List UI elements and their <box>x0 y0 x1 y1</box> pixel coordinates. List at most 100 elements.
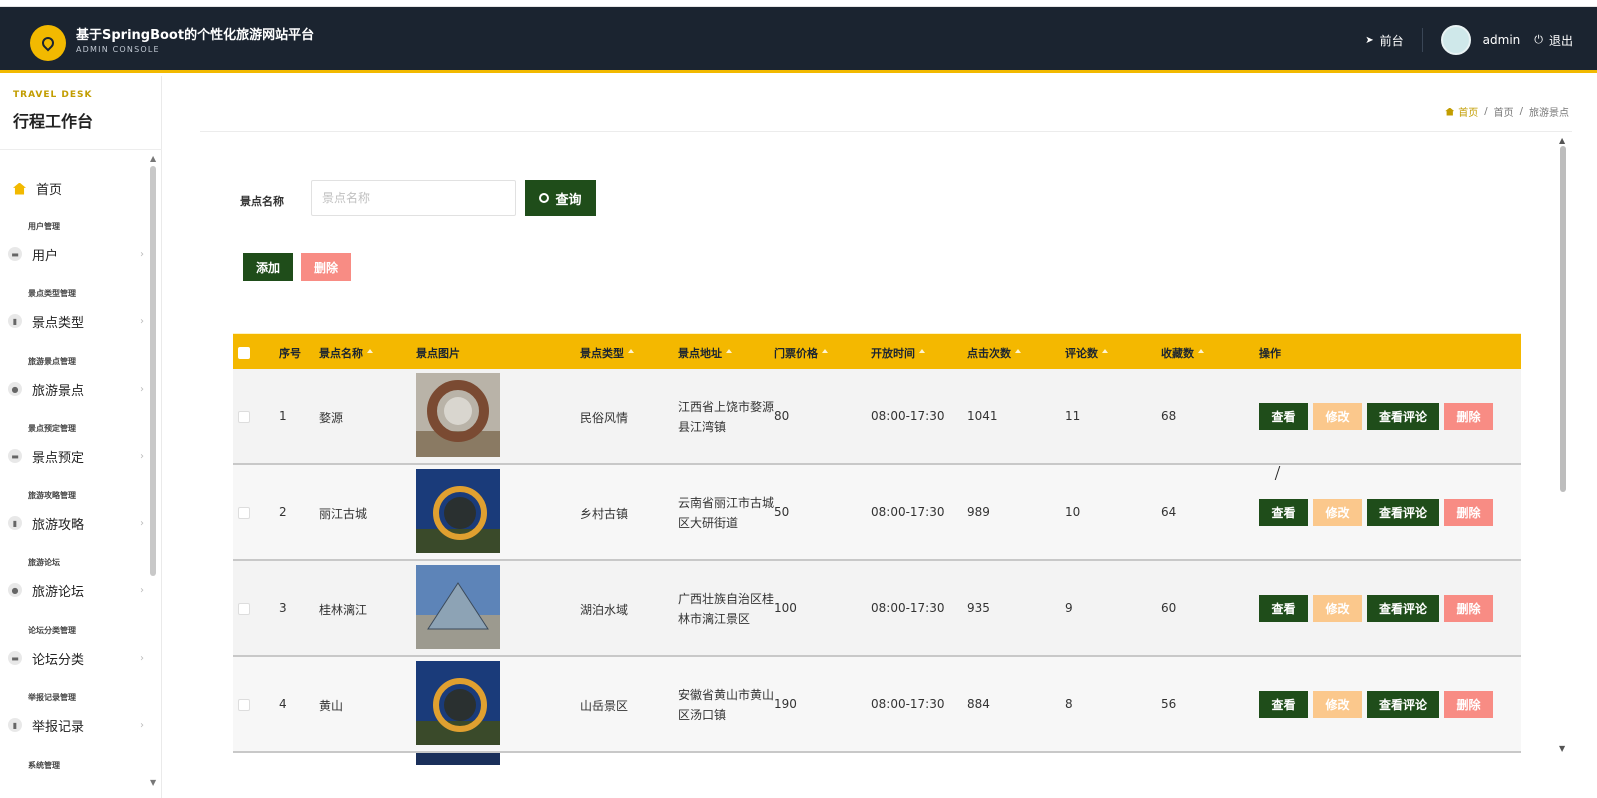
paper-plane-icon: ➤ <box>1365 34 1374 46</box>
sidebar-group-label: 系统管理 <box>28 761 60 770</box>
edit-button[interactable]: 修改 <box>1313 691 1362 718</box>
col-clicks[interactable]: 点击次数 <box>967 345 1021 361</box>
sidebar: TRAVEL DESK 行程工作台 ▲ ▼ 首页 用户管理 ▬ 用户 › 景点类… <box>0 76 162 798</box>
spot-image[interactable] <box>416 373 500 457</box>
breadcrumb-item: 首页 <box>1458 108 1479 119</box>
col-hours[interactable]: 开放时间 <box>871 345 925 361</box>
add-button[interactable]: 添加 <box>243 253 293 281</box>
search-button[interactable]: 查询 <box>525 180 596 216</box>
spots-table: 序号 景点名称 景点图片 景点类型 景点地址 门票价格 开放时间 点击次数 评论… <box>233 333 1521 765</box>
spot-image <box>416 753 500 765</box>
chevron-right-icon: › <box>140 517 144 529</box>
edit-button[interactable]: 修改 <box>1313 499 1362 526</box>
sidebar-item-forum-categories[interactable]: ▬ 论坛分类 › <box>8 647 148 669</box>
col-price[interactable]: 门票价格 <box>774 345 828 361</box>
search-label: 景点名称 <box>240 195 284 208</box>
row-favorites: 64 <box>1161 505 1177 519</box>
col-address[interactable]: 景点地址 <box>678 345 732 361</box>
view-comments-button[interactable]: 查看评论 <box>1367 499 1439 526</box>
header-actions: ➤ 前台 admin ⏻ 退出 <box>1365 25 1573 55</box>
sidebar-tag: TRAVEL DESK <box>13 90 93 100</box>
row-name: 黄山 <box>319 699 344 713</box>
row-index: 3 <box>279 601 287 615</box>
row-delete-button[interactable]: 删除 <box>1444 595 1493 622</box>
sidebar-item-users[interactable]: ▬ 用户 › <box>8 243 148 265</box>
scroll-up-arrow-icon[interactable]: ▲ <box>150 154 156 163</box>
delete-button[interactable]: 删除 <box>301 253 351 281</box>
view-comments-button[interactable]: 查看评论 <box>1367 691 1439 718</box>
sidebar-scrollbar[interactable] <box>150 166 156 576</box>
sidebar-item-tourist-spots[interactable]: ● 旅游景点 › <box>8 378 148 400</box>
row-checkbox[interactable] <box>238 507 250 519</box>
sort-icon <box>1102 349 1108 353</box>
row-clicks: 935 <box>967 601 990 615</box>
view-button[interactable]: 查看 <box>1259 499 1308 526</box>
col-comments[interactable]: 评论数 <box>1065 345 1108 361</box>
row-address: 安徽省黄山市黄山区汤口镇 <box>678 688 775 722</box>
app-header: 基于SpringBoot的个性化旅游网站平台 ADMIN CONSOLE ➤ 前… <box>0 7 1597 73</box>
col-favorites[interactable]: 收藏数 <box>1161 345 1204 361</box>
table-row-partial <box>233 753 1521 765</box>
view-button[interactable]: 查看 <box>1259 691 1308 718</box>
row-delete-button[interactable]: 删除 <box>1444 499 1493 526</box>
row-delete-button[interactable]: 删除 <box>1444 403 1493 430</box>
row-comments: 11 <box>1065 409 1081 423</box>
edit-button[interactable]: 修改 <box>1313 595 1362 622</box>
breadcrumb-home[interactable]: 首页 <box>1445 104 1478 119</box>
col-image: 景点图片 <box>416 347 460 360</box>
row-type: 山岳景区 <box>580 699 629 713</box>
sidebar-item-spot-types[interactable]: ▮ 景点类型 › <box>8 310 148 332</box>
sidebar-item-label: 旅游论坛 <box>32 584 85 600</box>
row-checkbox[interactable] <box>238 603 250 615</box>
spot-image[interactable] <box>416 661 500 745</box>
sidebar-item-forum[interactable]: ● 旅游论坛 › <box>8 579 148 601</box>
scroll-down-arrow-icon[interactable]: ▼ <box>1559 744 1565 753</box>
power-icon: ⏻ <box>1534 33 1543 46</box>
edit-button[interactable]: 修改 <box>1313 403 1362 430</box>
row-name: 桂林漓江 <box>319 603 368 617</box>
select-all-checkbox[interactable] <box>238 347 250 359</box>
spot-image[interactable] <box>416 565 500 649</box>
sidebar-item-label: 用户 <box>32 248 59 264</box>
logout-button[interactable]: ⏻ 退出 <box>1534 32 1573 49</box>
col-actions: 操作 <box>1259 347 1281 360</box>
row-delete-button[interactable]: 删除 <box>1444 691 1493 718</box>
view-button[interactable]: 查看 <box>1259 403 1308 430</box>
bar-chart-icon: ▮ <box>8 314 22 328</box>
sort-icon <box>1015 349 1021 353</box>
row-checkbox[interactable] <box>238 699 250 711</box>
sidebar-item-home[interactable]: 首页 <box>13 179 62 198</box>
col-index: 序号 <box>279 347 301 360</box>
view-comments-button[interactable]: 查看评论 <box>1367 595 1439 622</box>
spot-image[interactable] <box>416 469 500 553</box>
sidebar-item-guides[interactable]: ▮ 旅游攻略 › <box>8 512 148 534</box>
row-checkbox[interactable] <box>238 411 250 423</box>
front-link[interactable]: ➤ 前台 <box>1365 32 1403 49</box>
main-scrollbar[interactable] <box>1560 146 1566 492</box>
user-menu[interactable]: admin <box>1440 25 1520 55</box>
view-comments-button[interactable]: 查看评论 <box>1367 403 1439 430</box>
col-type[interactable]: 景点类型 <box>580 345 634 361</box>
user-icon: ▬ <box>8 247 22 261</box>
sort-icon <box>628 349 634 353</box>
col-name[interactable]: 景点名称 <box>319 345 373 361</box>
scroll-up-arrow-icon[interactable]: ▲ <box>1559 136 1565 145</box>
chevron-right-icon: › <box>140 584 144 596</box>
scroll-down-arrow-icon[interactable]: ▼ <box>150 778 156 787</box>
breadcrumb-item[interactable]: 首页 <box>1494 104 1514 119</box>
sidebar-item-bookings[interactable]: ▬ 景点预定 › <box>8 445 148 467</box>
row-comments: 10 <box>1065 505 1081 519</box>
sidebar-group-label: 旅游攻略管理 <box>28 491 76 500</box>
row-favorites: 60 <box>1161 601 1177 615</box>
row-favorites: 56 <box>1161 697 1177 711</box>
row-clicks: 1041 <box>967 409 998 423</box>
view-button[interactable]: 查看 <box>1259 595 1308 622</box>
sidebar-item-reports[interactable]: ▮ 举报记录 › <box>8 714 148 736</box>
search-input[interactable] <box>311 180 516 216</box>
row-price: 100 <box>774 601 797 615</box>
home-icon <box>1445 107 1455 116</box>
row-clicks: 989 <box>967 505 990 519</box>
row-index: 1 <box>279 409 287 423</box>
sidebar-item-label: 旅游景点 <box>32 383 85 399</box>
row-price: 80 <box>774 409 790 423</box>
